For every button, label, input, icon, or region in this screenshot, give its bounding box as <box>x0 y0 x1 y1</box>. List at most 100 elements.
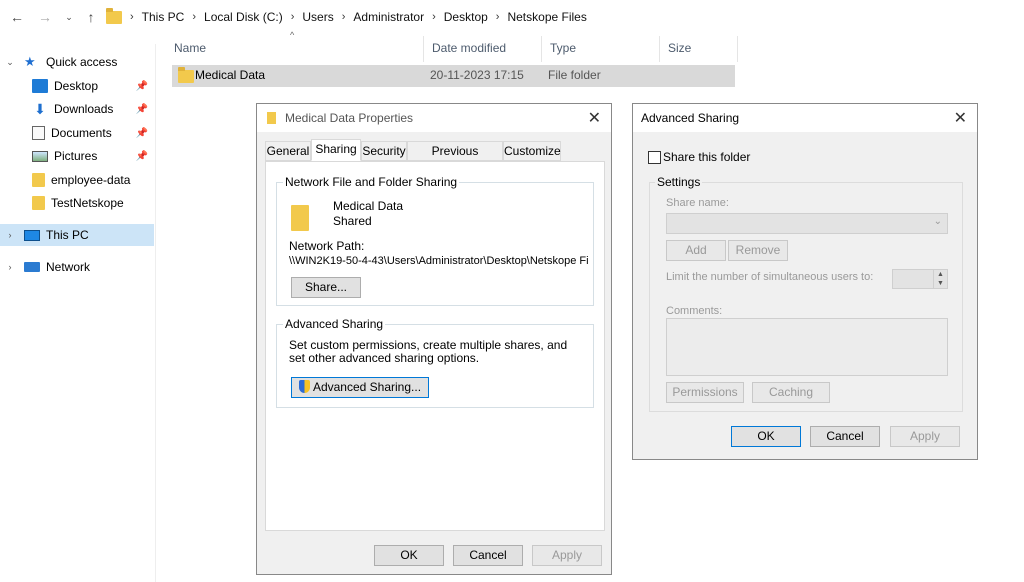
share-folder-checkbox[interactable] <box>648 150 661 164</box>
documents-icon <box>32 126 45 140</box>
comments-textarea[interactable] <box>666 318 948 376</box>
breadcrumb-separator-icon[interactable]: › <box>130 11 134 23</box>
breadcrumb-desktop[interactable]: Desktop <box>444 10 488 24</box>
file-date-modified: 20-11-2023 17:15 <box>430 68 524 82</box>
column-header-date-modified[interactable]: Date modified <box>424 36 542 62</box>
navigation-pane: ⌄ ★ Quick access Desktop 📌 ⬇ Downloads 📌… <box>0 44 156 582</box>
breadcrumb-local-disk[interactable]: Local Disk (C:) <box>204 10 283 24</box>
forward-arrow-icon[interactable]: → <box>36 8 54 26</box>
sidebar-item-label: Downloads <box>54 102 114 116</box>
sidebar-item-label: Quick access <box>46 55 118 69</box>
breadcrumb-netskope-files[interactable]: Netskope Files <box>507 10 586 24</box>
desktop-icon <box>32 79 48 93</box>
file-name: Medical Data <box>195 68 266 82</box>
properties-dialog: Medical Data Properties ✕ General Sharin… <box>256 103 612 575</box>
chevron-down-icon: ⌄ <box>933 216 942 227</box>
uac-shield-icon <box>298 380 310 393</box>
chevron-down-icon[interactable]: ⌄ <box>4 57 16 68</box>
dialog-title: Medical Data Properties <box>285 111 414 125</box>
user-limit-spinner[interactable]: ▲ ▼ <box>892 269 948 289</box>
sidebar-item-this-pc[interactable]: › This PC <box>0 224 154 246</box>
table-row[interactable]: Medical Data 20-11-2023 17:15 File folde… <box>172 65 735 87</box>
sidebar-item-label: Network <box>46 260 91 274</box>
network-sharing-group: Network File and Folder Sharing Medical … <box>276 175 594 306</box>
breadcrumb-separator-icon[interactable]: › <box>432 11 436 23</box>
cancel-button[interactable]: Cancel <box>810 426 880 447</box>
breadcrumb-users[interactable]: Users <box>302 10 333 24</box>
column-header-name[interactable]: Name <box>166 36 424 62</box>
up-arrow-icon[interactable]: ↑ <box>82 8 100 26</box>
breadcrumb: › This PC › Local Disk (C:) › Users › Ad… <box>106 7 587 27</box>
tab-customize[interactable]: Customize <box>503 141 561 161</box>
sidebar-item-documents[interactable]: Documents 📌 <box>0 122 154 144</box>
breadcrumb-separator-icon[interactable]: › <box>496 11 500 23</box>
caching-button[interactable]: Caching <box>752 382 830 403</box>
tab-security[interactable]: Security <box>361 141 407 161</box>
breadcrumb-this-pc[interactable]: This PC <box>142 10 185 24</box>
column-header-size[interactable]: Size <box>660 36 738 62</box>
sidebar-item-quick-access[interactable]: ⌄ ★ Quick access <box>0 51 154 73</box>
breadcrumb-separator-icon[interactable]: › <box>192 11 196 23</box>
pin-icon: 📌 <box>135 103 148 115</box>
cancel-button[interactable]: Cancel <box>453 545 523 566</box>
computer-icon <box>24 229 40 241</box>
shared-status: Shared <box>333 214 372 228</box>
permissions-button[interactable]: Permissions <box>666 382 744 403</box>
tab-strip: General Sharing Security Previous Versio… <box>265 139 605 176</box>
sidebar-item-label: Pictures <box>54 149 98 163</box>
ok-button[interactable]: OK <box>374 545 444 566</box>
network-icon <box>24 262 40 272</box>
sidebar-item-pictures[interactable]: Pictures 📌 <box>0 145 154 167</box>
breadcrumb-separator-icon[interactable]: › <box>342 11 346 23</box>
navigation-bar: ← → ⌄ ↑ › This PC › Local Disk (C:) › Us… <box>0 0 1024 34</box>
apply-button[interactable]: Apply <box>532 545 602 566</box>
column-header-type[interactable]: Type <box>542 36 660 62</box>
remove-button[interactable]: Remove <box>728 240 788 261</box>
advanced-sharing-titlebar[interactable]: Advanced Sharing ✕ <box>633 104 977 132</box>
properties-titlebar[interactable]: Medical Data Properties ✕ <box>257 104 611 132</box>
sidebar-item-network[interactable]: › Network <box>0 256 154 278</box>
sidebar-item-employee-data[interactable]: employee-data <box>0 169 154 191</box>
share-folder-label: Share this folder <box>663 150 751 164</box>
advanced-sharing-group: Advanced Sharing Set custom permissions,… <box>276 317 594 408</box>
share-this-folder-row[interactable]: Share this folder <box>648 150 750 164</box>
pictures-icon <box>32 150 48 162</box>
breadcrumb-separator-icon[interactable]: › <box>291 11 295 23</box>
ok-button[interactable]: OK <box>731 426 801 447</box>
spinner-arrows-icon[interactable]: ▲ ▼ <box>933 270 947 288</box>
add-button[interactable]: Add <box>666 240 726 261</box>
folder-icon <box>267 112 276 124</box>
recent-locations-chevron-icon[interactable]: ⌄ <box>60 8 78 26</box>
pin-icon: 📌 <box>135 150 148 162</box>
tab-sharing[interactable]: Sharing <box>311 139 361 161</box>
folder-icon <box>106 7 122 24</box>
advanced-sharing-button[interactable]: Advanced Sharing... <box>291 377 429 398</box>
breadcrumb-administrator[interactable]: Administrator <box>353 10 424 24</box>
tab-panel-sharing: Network File and Folder Sharing Medical … <box>265 161 605 531</box>
share-name-dropdown[interactable]: ⌄ <box>666 213 948 234</box>
star-icon: ★ <box>24 54 36 69</box>
close-icon[interactable]: ✕ <box>588 108 601 128</box>
sidebar-item-label: Documents <box>51 126 112 140</box>
close-icon[interactable]: ✕ <box>954 108 967 128</box>
folder-icon <box>291 205 309 231</box>
pin-icon: 📌 <box>135 127 148 139</box>
tab-previous-versions[interactable]: Previous Versions <box>407 141 503 176</box>
back-arrow-icon[interactable]: ← <box>8 8 26 26</box>
sidebar-item-downloads[interactable]: ⬇ Downloads 📌 <box>0 98 154 120</box>
file-type: File folder <box>548 68 601 82</box>
download-icon: ⬇ <box>34 101 46 117</box>
comments-label: Comments: <box>666 305 723 317</box>
chevron-right-icon[interactable]: › <box>4 230 16 240</box>
file-list-header: Name Date modified Type Size <box>166 36 738 62</box>
chevron-right-icon[interactable]: › <box>4 262 16 272</box>
share-name-label: Share name: <box>666 197 729 209</box>
network-path-value: \\WIN2K19-50-4-43\Users\Administrator\De… <box>289 255 589 267</box>
advanced-sharing-button-label: Advanced Sharing... <box>312 380 422 394</box>
sidebar-item-desktop[interactable]: Desktop 📌 <box>0 75 154 97</box>
apply-button[interactable]: Apply <box>890 426 960 447</box>
tab-general[interactable]: General <box>265 141 311 161</box>
share-button[interactable]: Share... <box>291 277 361 298</box>
settings-title: Settings <box>655 175 703 189</box>
sidebar-item-testnetskope[interactable]: TestNetskope <box>0 192 154 214</box>
